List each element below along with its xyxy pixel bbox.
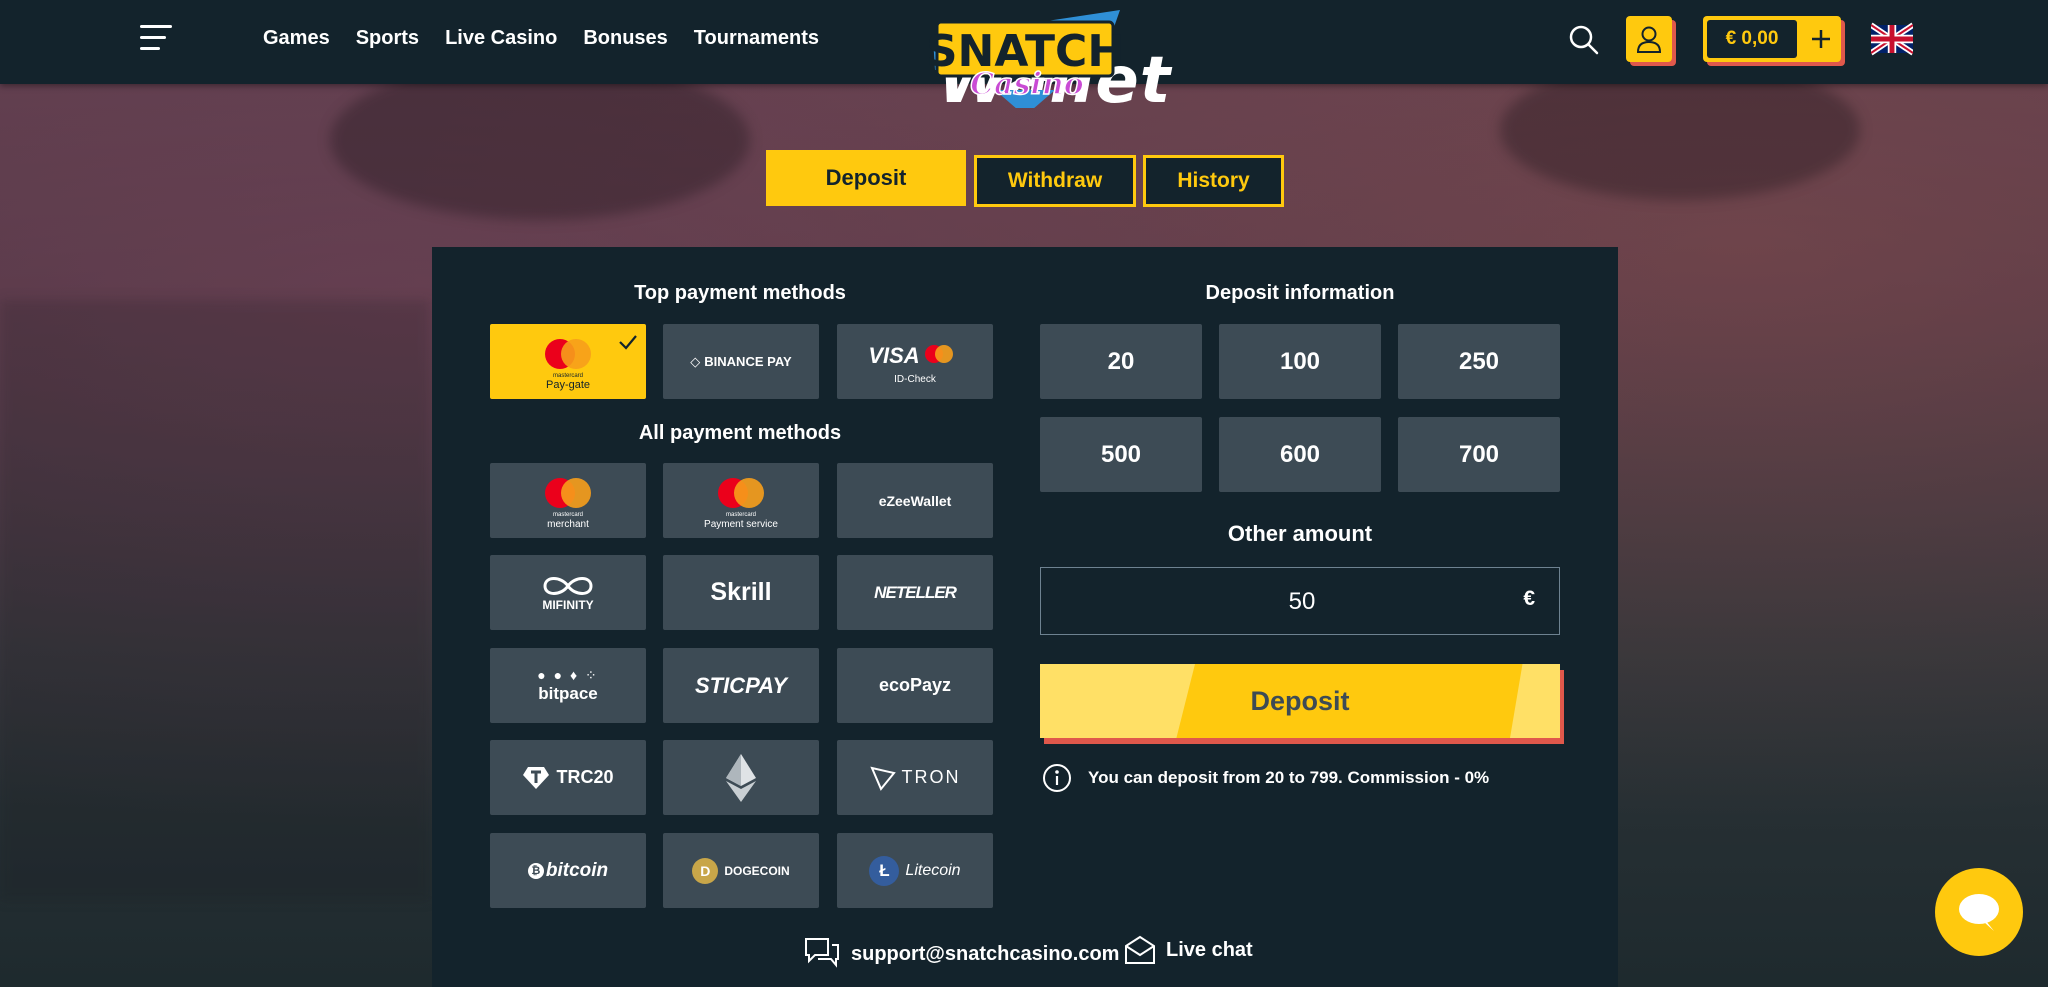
payment-method-bitpace[interactable]: ● ● ♦ ⁘ bitpace (490, 648, 646, 723)
live-chat-link[interactable]: Live chat (1124, 935, 1253, 965)
logo-text-casino: Casino (970, 67, 1083, 102)
bitcoin-icon: ₿ (527, 862, 544, 879)
tab-deposit[interactable]: Deposit (766, 150, 966, 206)
amount-option-20[interactable]: 20 (1040, 324, 1202, 399)
payment-method-skrill[interactable]: Skrill (663, 555, 819, 630)
nav-tournaments[interactable]: Tournaments (694, 27, 819, 50)
infinity-icon (543, 576, 593, 595)
litecoin-icon: Ł (869, 855, 900, 886)
payment-method-binance-pay[interactable]: ◇ BINANCE PAY (663, 324, 819, 399)
nav-bonuses[interactable]: Bonuses (583, 27, 667, 50)
amount-option-600[interactable]: 600 (1219, 417, 1381, 492)
envelope-icon (1125, 935, 1155, 964)
checkmark-icon (619, 335, 637, 350)
payment-method-ezeewallet[interactable]: eZeeWallet (837, 463, 993, 538)
payment-method-mastercard-merchant[interactable]: mastercard merchant (490, 463, 646, 538)
visa-mastercard-logo: VISA ID-Check (870, 343, 953, 385)
amount-option-500[interactable]: 500 (1040, 417, 1202, 492)
payment-method-mastercard-paygate[interactable]: mastercard Pay-gate (490, 324, 646, 399)
add-funds-button[interactable] (1801, 16, 1841, 62)
currency-symbol: € (1523, 587, 1535, 610)
nav-live-casino[interactable]: Live Casino (445, 27, 557, 50)
bitpace-logo: ● ● ♦ ⁘ bitpace (537, 667, 599, 703)
main-nav: Games Sports Live Casino Bonuses Tournam… (263, 27, 819, 50)
svg-text:mastercard: mastercard (726, 512, 756, 518)
amount-option-100[interactable]: 100 (1219, 324, 1381, 399)
crypto-coins-icon: ● ● ♦ ⁘ (537, 667, 599, 683)
other-amount-field: € (1040, 567, 1563, 636)
user-icon (1636, 26, 1662, 53)
payment-method-bitcoin[interactable]: ₿ bitcoin (490, 833, 646, 908)
snatch-casino-logo[interactable]: SNATCH Casino (915, 8, 1135, 116)
search-icon[interactable] (1568, 24, 1600, 56)
payment-method-neteller[interactable]: NETELLER (837, 555, 993, 630)
ethereum-icon (726, 753, 756, 802)
nav-sports[interactable]: Sports (356, 27, 419, 50)
payment-method-litecoin[interactable]: Ł Litecoin (837, 833, 993, 908)
mastercard-logo: mastercard Payment service (704, 477, 778, 530)
chat-bubbles-icon (805, 938, 839, 968)
chat-widget-button[interactable] (1935, 868, 2023, 956)
support-email-link[interactable]: support@snatchcasino.com (803, 935, 1119, 973)
amount-option-250[interactable]: 250 (1398, 324, 1560, 399)
deposit-limits-note: You can deposit from 20 to 799. Commissi… (1042, 763, 1489, 793)
menu-icon[interactable] (140, 25, 172, 51)
deposit-submit-label: Deposit (1250, 685, 1350, 716)
payment-method-mastercard-payment-service[interactable]: mastercard Payment service (663, 463, 819, 538)
live-chat-label: Live chat (1166, 938, 1253, 961)
dogecoin-icon: D (692, 857, 719, 884)
payment-method-ethereum[interactable] (663, 740, 819, 815)
top-payment-methods-title: Top payment methods (634, 282, 846, 304)
mastercard-logo: mastercard merchant (545, 477, 591, 530)
payment-method-sticpay[interactable]: STICPAY (663, 648, 819, 723)
background-palm (330, 60, 750, 220)
binance-logo-icon: ◇ (690, 353, 701, 369)
uk-flag-icon[interactable] (1869, 19, 1915, 59)
mifinity-logo: MIFINITY (541, 574, 595, 612)
balance-amount[interactable]: € 0,00 (1707, 20, 1797, 58)
payment-method-mifinity[interactable]: MIFINITY (490, 555, 646, 630)
deposit-limits-text: You can deposit from 20 to 799. Commissi… (1088, 768, 1490, 787)
deposit-submit-button[interactable]: Deposit (1040, 664, 1560, 738)
svg-text:Pay-gate: Pay-gate (546, 379, 590, 391)
mastercard-logo: mastercard Pay-gate (545, 338, 591, 391)
other-amount-title: Other amount (1227, 521, 1373, 546)
account-button[interactable] (1626, 16, 1672, 62)
background-building (0, 300, 430, 900)
info-icon (1043, 764, 1071, 792)
svg-text:merchant: merchant (547, 519, 589, 530)
tron-icon (869, 766, 896, 791)
speech-bubble-icon (1959, 894, 1999, 931)
nav-games[interactable]: Games (263, 27, 330, 50)
svg-text:Payment service: Payment service (704, 519, 778, 530)
svg-text:VISA: VISA (870, 343, 920, 368)
payment-method-dogecoin[interactable]: D DOGECOIN (663, 833, 819, 908)
balance-widget: € 0,00 (1703, 16, 1841, 62)
svg-text:mastercard: mastercard (553, 512, 583, 518)
amount-option-700[interactable]: 700 (1398, 417, 1560, 492)
tether-icon (522, 766, 550, 790)
payment-method-trc20[interactable]: TRC20 (490, 740, 646, 815)
deposit-information-title: Deposit information (1205, 282, 1395, 304)
payment-method-tron[interactable]: TRON (837, 740, 993, 815)
support-email: support@snatchcasino.com (851, 942, 1120, 965)
payment-method-ecopayz[interactable]: ecoPayz (837, 648, 993, 723)
payment-method-visa-idcheck[interactable]: VISA ID-Check (837, 324, 993, 399)
svg-text:ID-Check: ID-Check (894, 374, 937, 385)
tab-withdraw[interactable]: Withdraw (974, 155, 1136, 207)
tab-history[interactable]: History (1143, 155, 1284, 207)
plus-icon (1812, 30, 1830, 48)
all-payment-methods-title: All payment methods (638, 422, 842, 444)
other-amount-input[interactable] (1041, 568, 1563, 636)
